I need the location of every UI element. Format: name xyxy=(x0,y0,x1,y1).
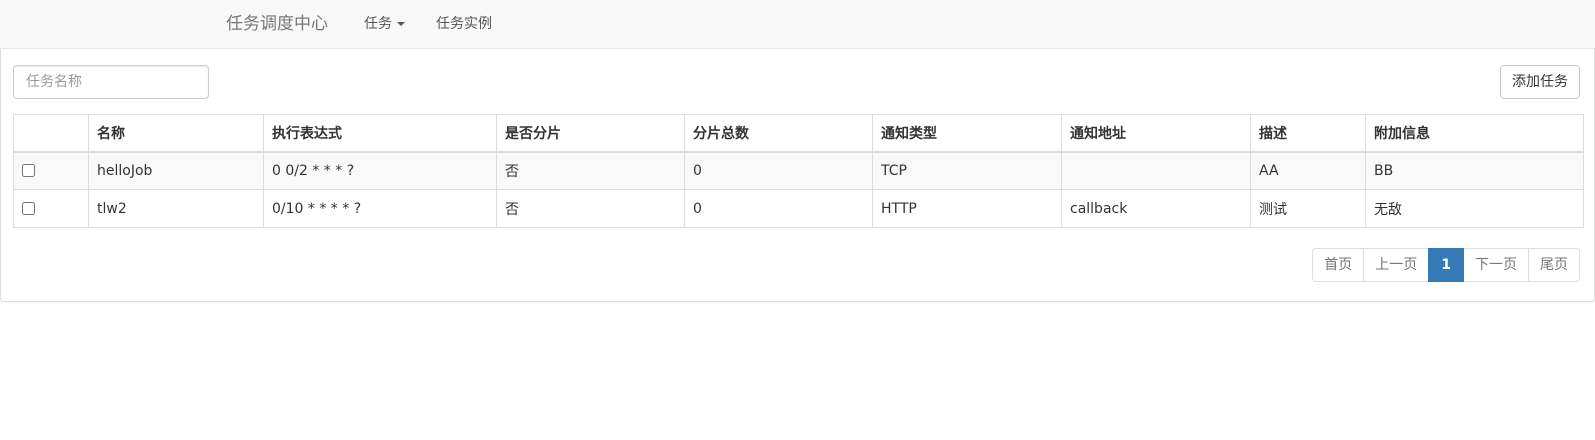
row-checkbox[interactable] xyxy=(22,164,35,178)
column-header-sharding: 是否分片 xyxy=(496,114,685,153)
extra-info-cell: BB xyxy=(1365,151,1584,190)
row-select-cell xyxy=(13,151,89,190)
row-checkbox[interactable] xyxy=(22,202,35,215)
notify-address-cell xyxy=(1061,151,1251,190)
shard-total-cell: 0 xyxy=(684,151,873,190)
column-header-name: 名称 xyxy=(88,114,264,153)
cron-cell: 0/10 * * * * ? xyxy=(263,189,497,228)
task-name-cell: helloJob xyxy=(88,151,264,190)
brand-title[interactable]: 任务调度中心 xyxy=(226,0,328,48)
notify-type-cell: HTTP xyxy=(872,189,1062,228)
description-cell: 测试 xyxy=(1250,189,1366,228)
column-header-select xyxy=(13,114,89,153)
extra-info-cell: 无敌 xyxy=(1365,189,1584,228)
sharding-cell: 否 xyxy=(496,151,685,190)
table-row[interactable]: helloJob 0 0/2 * * * ? 否 0 TCP AA BB xyxy=(13,151,1584,190)
row-select-cell xyxy=(13,189,89,228)
page-prev-button[interactable]: 上一页 xyxy=(1363,248,1430,282)
task-name-cell: tlw2 xyxy=(88,189,264,228)
caret-down-icon xyxy=(397,22,405,26)
sharding-cell: 否 xyxy=(496,189,685,228)
shard-total-cell: 0 xyxy=(684,189,873,228)
column-header-cron: 执行表达式 xyxy=(263,114,497,153)
table-row[interactable]: tlw2 0/10 * * * * ? 否 0 HTTP callback 测试… xyxy=(13,189,1584,228)
cron-cell: 0 0/2 * * * ? xyxy=(263,151,497,190)
notify-type-cell: TCP xyxy=(872,151,1062,190)
page-first-button[interactable]: 首页 xyxy=(1312,248,1365,282)
pagination: 首页 上一页 1 下一页 尾页 xyxy=(1312,248,1580,282)
column-header-notify-type: 通知类型 xyxy=(872,114,1062,153)
nav-item-task-instances[interactable]: 任务实例 xyxy=(436,0,492,48)
column-header-description: 描述 xyxy=(1250,114,1366,153)
nav-item-tasks[interactable]: 任务 xyxy=(364,0,405,48)
task-table: 名称 执行表达式 是否分片 分片总数 通知类型 通知地址 描述 附加信息 hel… xyxy=(13,114,1584,228)
top-navbar: 任务调度中心 任务 任务实例 xyxy=(0,0,1595,49)
column-header-shard-total: 分片总数 xyxy=(684,114,873,153)
add-task-button[interactable]: 添加任务 xyxy=(1500,65,1580,99)
description-cell: AA xyxy=(1250,151,1366,190)
page-current-button[interactable]: 1 xyxy=(1428,248,1464,282)
table-header-row: 名称 执行表达式 是否分片 分片总数 通知类型 通知地址 描述 附加信息 xyxy=(13,114,1584,153)
column-header-notify-address: 通知地址 xyxy=(1061,114,1251,153)
page-next-button[interactable]: 下一页 xyxy=(1463,248,1529,282)
column-header-extra-info: 附加信息 xyxy=(1365,114,1584,153)
task-panel: 添加任务 名称 执行表达式 是否分片 分片总数 通知类型 通知地址 描述 附 xyxy=(0,49,1595,302)
notify-address-cell: callback xyxy=(1061,189,1251,228)
page-last-button[interactable]: 尾页 xyxy=(1528,248,1580,282)
nav-item-tasks-label: 任务 xyxy=(364,16,392,32)
task-name-search-input[interactable] xyxy=(13,65,209,99)
